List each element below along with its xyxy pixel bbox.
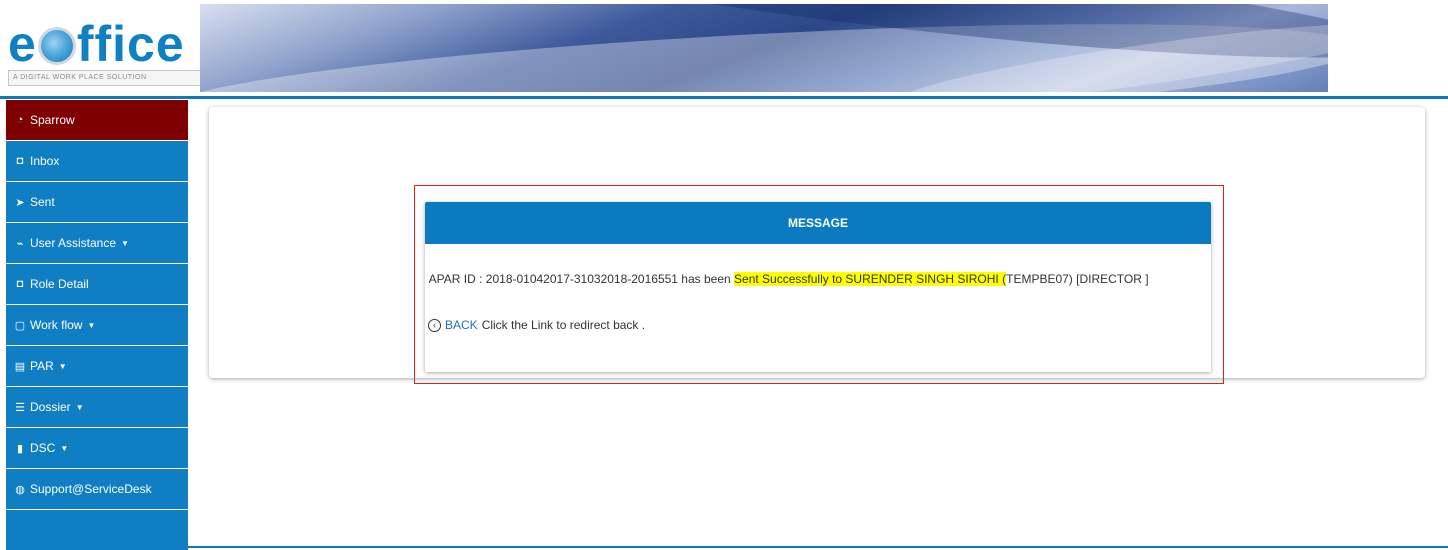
sidebar-item-support-servicedesk[interactable]: ◍ Support@ServiceDesk [6, 469, 188, 510]
sidebar-item-dossier[interactable]: ☰ Dossier ▼ [6, 387, 188, 428]
sidebar-item-par[interactable]: ▤ PAR ▼ [6, 346, 188, 387]
list-icon: ☰ [15, 401, 25, 414]
sidebar-item-sparrow[interactable]: ◔ Sparrow [6, 100, 188, 141]
sidebar-item-inbox[interactable]: ◘ Inbox [6, 141, 188, 182]
logo-text: e ffice [8, 16, 185, 72]
file-icon: ▢ [14, 319, 26, 332]
sidebar-item-role-detail[interactable]: ◘ Role Detail [6, 264, 188, 305]
sidebar-item-label: DSC [30, 441, 56, 455]
caret-down-icon: ▼ [121, 238, 129, 248]
sidebar-item-label: Work flow [30, 318, 83, 332]
file-text-icon: ▤ [14, 360, 26, 373]
inbox-icon: ◘ [16, 155, 24, 167]
send-icon: ➤ [15, 196, 25, 209]
sidebar-item-sent[interactable]: ➤ Sent [6, 182, 188, 223]
sidebar-item-dsc[interactable]: ▮ DSC ▼ [6, 428, 188, 469]
app-root: e ffice A DIGITAL WORK PLACE SOLUTION ◔ Sp… [0, 0, 1448, 550]
globe-icon: ◍ [15, 483, 25, 496]
back-link[interactable]: BACK [445, 318, 478, 332]
message-text-highlight: Sent Successfully to SURENDER SINGH SIRO… [734, 272, 1007, 286]
caret-down-icon: ▼ [87, 320, 96, 330]
sidebar-item-user-assistance[interactable]: ⌁ User Assistance ▼ [6, 223, 188, 264]
eoffice-logo: e ffice A DIGITAL WORK PLACE SOLUTION [8, 14, 208, 94]
back-instruction: Click the Link to redirect back . [481, 318, 646, 332]
message-text: APAR ID : 2018-01042017-31032018-2016551… [426, 272, 1149, 286]
back-line: ‹ BACK Click the Link to redirect back . [428, 318, 645, 332]
caret-down-icon: ▼ [58, 361, 67, 371]
sidebar-item-label: Support@ServiceDesk [30, 482, 152, 496]
sidebar-item-label: Inbox [30, 154, 60, 168]
globe-logo-icon [37, 27, 76, 65]
message-text-suffix: TEMPBE07) [DIRECTOR ] [1006, 272, 1149, 286]
sidebar-item-work-flow[interactable]: ▢ Work flow ▼ [6, 305, 188, 346]
line-chart-icon: ⌁ [16, 237, 24, 250]
header-divider [0, 96, 1448, 99]
message-box: MESSAGE APAR ID : 2018-01042017-31032018… [425, 202, 1211, 372]
bottom-divider [188, 546, 1448, 548]
file-filled-icon: ▮ [16, 442, 24, 455]
header: e ffice A DIGITAL WORK PLACE SOLUTION [0, 0, 1448, 99]
inbox-icon: ◘ [16, 278, 24, 290]
logo-tagline: A DIGITAL WORK PLACE SOLUTION [8, 70, 204, 86]
chevron-left-circle-icon[interactable]: ‹ [428, 318, 441, 332]
message-text-prefix: APAR ID : 2018-01042017-31032018-2016551… [428, 272, 735, 286]
sidebar-item-label: Role Detail [30, 277, 89, 291]
dashboard-icon: ◔ [16, 114, 24, 126]
sidebar-item-label: Dossier [30, 400, 71, 414]
sidebar-item-label: PAR [30, 359, 54, 373]
caret-down-icon: ▼ [75, 402, 84, 412]
message-title: MESSAGE [425, 202, 1211, 244]
sidebar: ◔ Sparrow ◘ Inbox ➤ Sent ⌁ User Assistance ▼ ◘ Rol… [6, 100, 188, 550]
header-banner [200, 4, 1328, 92]
sidebar-item-label: Sparrow [30, 113, 75, 127]
caret-down-icon: ▼ [60, 443, 69, 453]
sidebar-item-label: Sent [30, 195, 55, 209]
sidebar-item-label: User Assistance [30, 236, 117, 250]
